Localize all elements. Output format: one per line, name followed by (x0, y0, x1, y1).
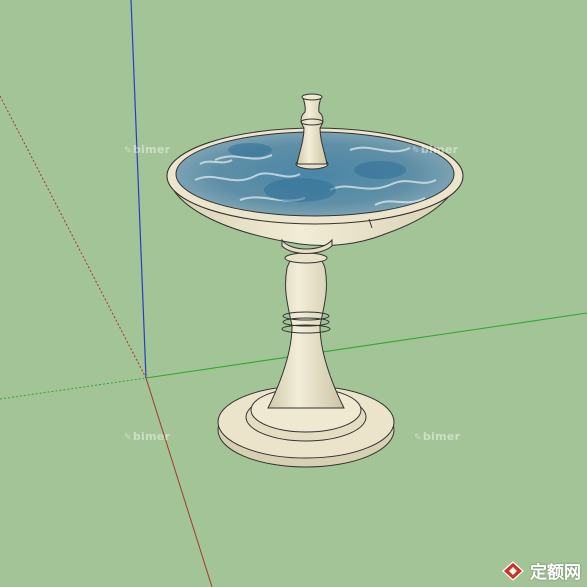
red-axis-positive (145, 377, 213, 587)
3d-scene[interactable] (0, 0, 587, 587)
watermark: ✎bimer (124, 143, 170, 156)
watermark-text: bimer (132, 430, 171, 443)
watermark-mark: ✎ (414, 433, 422, 443)
watermark-mark: ✎ (124, 146, 132, 156)
green-axis-negative (0, 377, 147, 400)
watermark: ✎bimer (124, 430, 170, 443)
watermark-text: bimer (422, 430, 461, 443)
red-axis (0, 95, 147, 379)
pedestal-stem (267, 253, 345, 409)
stem-neck (284, 252, 328, 264)
watermark-mark: ✎ (412, 146, 420, 156)
zhulong-logo-icon (502, 560, 524, 581)
watermark: ✎bimer (412, 143, 458, 156)
brand-text: 定额网 (530, 563, 581, 583)
brand-logo: 定额网 (500, 558, 581, 583)
watermark-mark: ✎ (124, 433, 132, 443)
green-axis (145, 312, 587, 379)
watermark: ✎bimer (414, 430, 460, 443)
modeling-viewport[interactable]: ✎bimer ✎bimer ✎bimer ✎bimer 定额网 (0, 0, 587, 587)
watermark-text: bimer (420, 143, 459, 156)
blue-axis (130, 0, 147, 379)
watermark-text: bimer (132, 143, 171, 156)
finial-top (301, 93, 323, 101)
